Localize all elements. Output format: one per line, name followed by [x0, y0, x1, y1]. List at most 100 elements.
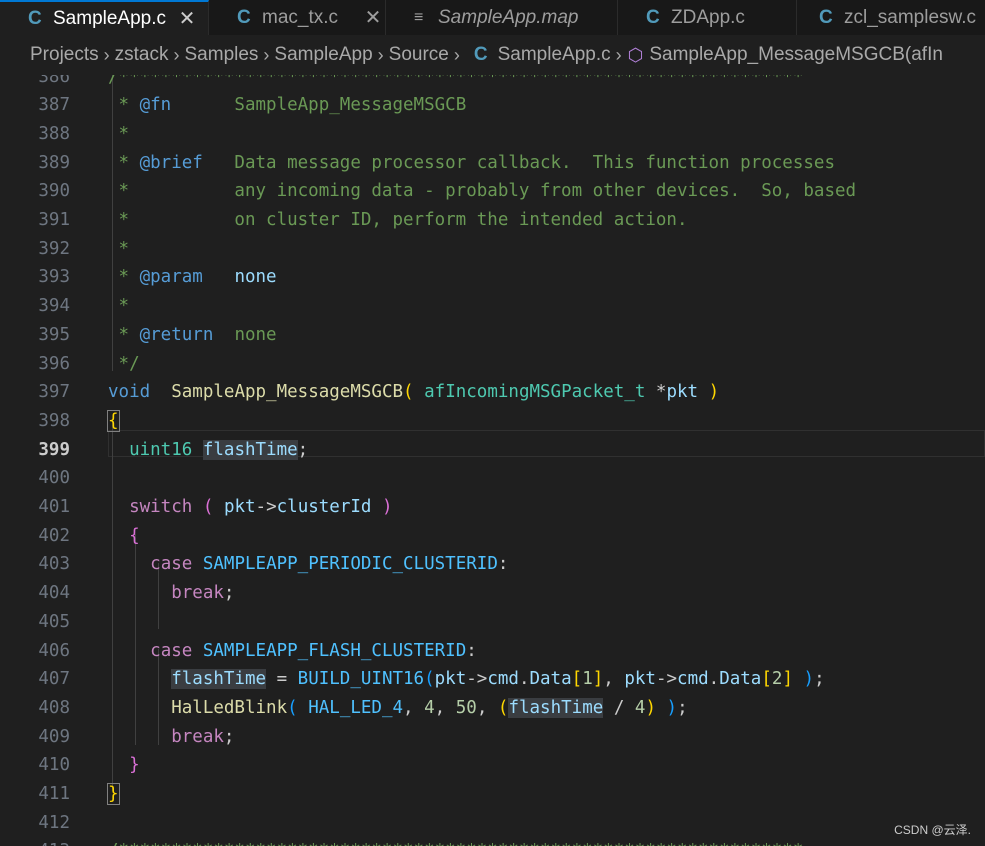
- code-token: ,: [603, 669, 625, 690]
- code-token: *: [645, 382, 667, 403]
- close-icon[interactable]: ✕: [178, 6, 196, 31]
- code-token: [: [571, 669, 583, 690]
- code-token: flashTime: [508, 697, 604, 718]
- tab-zcl-samplesw-c[interactable]: C zcl_samplesw.c: [797, 0, 985, 35]
- breadcrumb-item[interactable]: SampleApp_MessageMSGCB(afIn: [649, 44, 943, 66]
- code-token: Data message processor callback. This fu…: [202, 152, 835, 173]
- code-token: void: [108, 382, 151, 403]
- line-number: 400: [38, 468, 70, 489]
- watermark: CSDN @云泽.: [894, 823, 971, 837]
- tab-label: mac_tx.c: [262, 6, 339, 28]
- code-token: *: [108, 95, 140, 116]
- line-number: 389: [38, 152, 70, 173]
- line-number: 403: [38, 554, 70, 575]
- code-token: ): [803, 669, 815, 690]
- code-token: *: [108, 238, 130, 259]
- code-line: break;: [108, 579, 234, 608]
- code-token: ;: [677, 697, 688, 718]
- code-token: @fn: [139, 95, 172, 116]
- tab-sampleapp-c[interactable]: C SampleApp.c ✕: [0, 0, 209, 35]
- code-token: (: [403, 382, 414, 403]
- code-token: *: [108, 324, 140, 345]
- code-token: none: [234, 267, 277, 288]
- code-line: break;: [108, 723, 234, 752]
- tab-label: zcl_samplesw.c: [844, 6, 976, 28]
- code-line: case SAMPLEAPP_FLASH_CLUSTERID:: [108, 637, 477, 666]
- code-token: SAMPLEAPP_FLASH_CLUSTERID: [202, 640, 467, 661]
- code-token: 1: [582, 669, 593, 690]
- code-line: * @brief Data message processor callback…: [108, 149, 835, 178]
- code-token: ;: [223, 726, 235, 747]
- close-icon[interactable]: ✕: [364, 5, 382, 30]
- code-token: ]: [592, 669, 604, 690]
- breadcrumb-item[interactable]: Projects: [30, 44, 99, 66]
- tab-zdapp-c[interactable]: C ZDApp.c: [618, 0, 797, 35]
- chevron-right-icon: ›: [263, 44, 270, 65]
- code-token: ;: [223, 583, 235, 604]
- tab-mac-tx-c[interactable]: C mac_tx.c ✕: [209, 0, 386, 35]
- code-line: /***************************************…: [108, 837, 803, 846]
- code-token: case: [150, 554, 193, 575]
- breadcrumb-item[interactable]: Samples: [185, 44, 259, 66]
- code-token: ->: [255, 497, 277, 517]
- line-number: 387: [38, 95, 70, 116]
- line-number: 396: [38, 353, 70, 374]
- chevron-right-icon: ›: [173, 44, 180, 65]
- code-editor[interactable]: 386 387 388 389 390 391 392 393 394 395 396 397 398 3…: [0, 75, 985, 846]
- code-line: /***************************************…: [108, 75, 803, 91]
- code-token: (: [202, 497, 214, 517]
- code-token: 4: [634, 697, 646, 718]
- breadcrumb-item[interactable]: SampleApp.c: [498, 44, 611, 66]
- line-number: 397: [38, 382, 70, 403]
- code-token: 4: [424, 697, 435, 718]
- code-token: pkt: [434, 669, 467, 690]
- breadcrumb-item[interactable]: SampleApp: [274, 44, 372, 66]
- code-line: HalLedBlink( HAL_LED_4, 4, 50, (flashTim…: [108, 694, 688, 723]
- code-token: switch: [129, 497, 193, 517]
- code-token: flashTime: [171, 669, 267, 690]
- code-token: cmd: [487, 669, 519, 690]
- code-token: none: [213, 324, 277, 345]
- code-token: ): [708, 382, 720, 403]
- code-token: clusterId: [276, 497, 372, 517]
- chevron-right-icon: ›: [377, 44, 384, 65]
- line-number: 409: [38, 726, 70, 747]
- tab-label: SampleApp.map: [438, 6, 579, 28]
- code-token: *: [108, 267, 140, 288]
- breadcrumb-item[interactable]: Source: [389, 44, 449, 66]
- c-file-icon: C: [237, 6, 251, 28]
- code-line: case SAMPLEAPP_PERIODIC_CLUSTERID:: [108, 550, 508, 579]
- code-token: /***************************************…: [108, 841, 803, 846]
- code-line: }: [108, 751, 140, 780]
- code-token: Data: [719, 669, 762, 690]
- code-token: flashTime: [202, 439, 298, 460]
- code-token: ->: [466, 669, 488, 690]
- tab-label: ZDApp.c: [671, 6, 745, 28]
- tab-sampleapp-map[interactable]: ≡ SampleApp.map: [386, 0, 618, 35]
- code-token: SampleApp_MessageMSGCB: [171, 95, 467, 116]
- code-token: ,: [476, 697, 498, 718]
- code-token: ,: [403, 697, 425, 718]
- c-file-icon: C: [473, 44, 488, 65]
- code-line: *: [108, 292, 130, 321]
- code-line: flashTime = BUILD_UINT16(pkt->cmd.Data[1…: [108, 665, 825, 694]
- code-token: HalLedBlink: [171, 697, 288, 718]
- code-token: @param: [139, 267, 203, 288]
- code-token: (: [287, 697, 298, 718]
- breadcrumb: Projects › zstack › Samples › SampleApp …: [0, 35, 985, 75]
- method-symbol-icon: ⬡: [627, 44, 644, 65]
- line-number: 391: [38, 210, 70, 230]
- breadcrumb-item[interactable]: zstack: [115, 44, 169, 66]
- code-token: :: [466, 640, 477, 661]
- code-token: ): [645, 697, 656, 718]
- line-number: 410: [38, 755, 70, 776]
